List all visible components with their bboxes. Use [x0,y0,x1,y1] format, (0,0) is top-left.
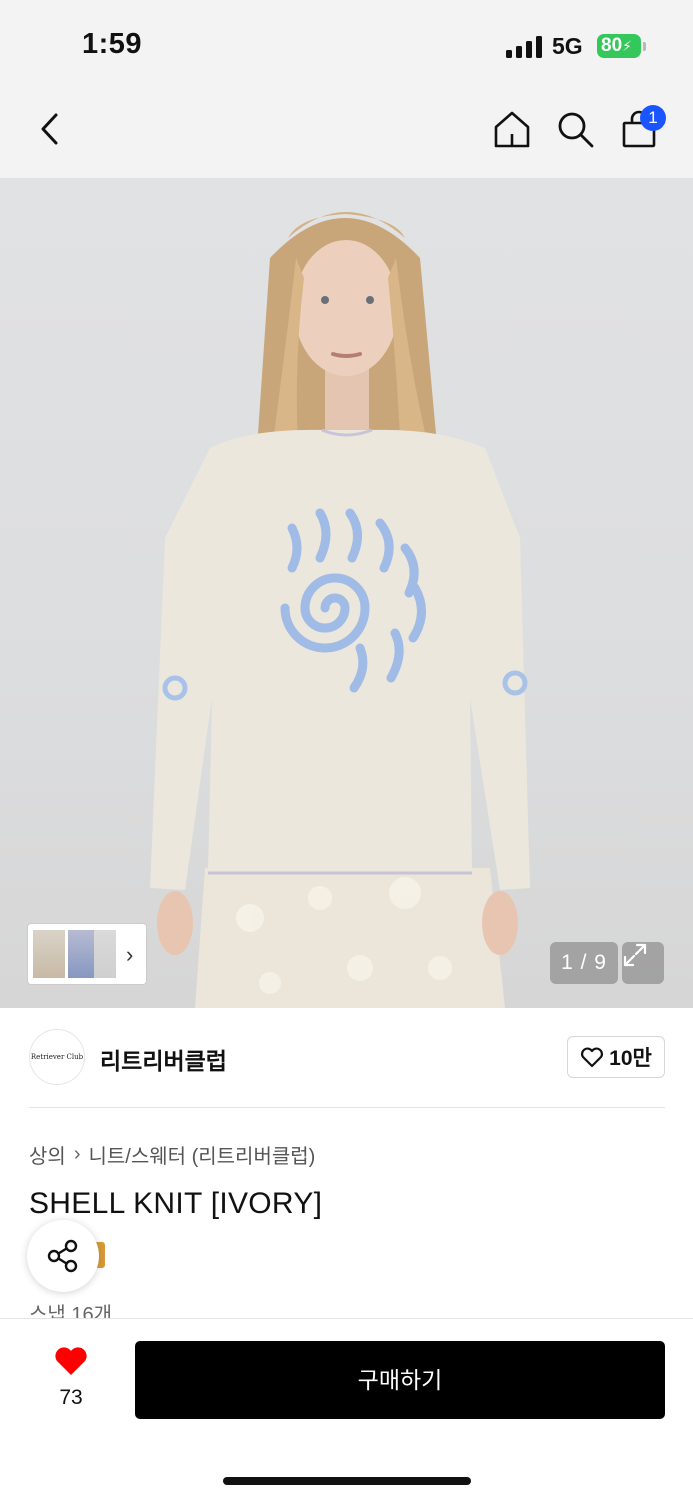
product-photo [150,212,530,1008]
expand-button[interactable] [622,942,664,984]
home-icon [494,111,530,148]
chevron-right-icon: › [126,942,134,967]
home-indicator [223,1477,471,1485]
product-image-gallery[interactable]: › 1 / 9 [0,178,693,1008]
brand-like-count: 10만 [609,1047,652,1070]
breadcrumb-item-subcategory[interactable]: 니트/스웨터 (리트리버클럽) [88,1140,315,1169]
brand-logo-text: Retriever Club [30,1053,84,1061]
search-icon [558,112,594,148]
breadcrumb-separator: › [73,1143,81,1165]
chevron-left-icon [41,113,58,145]
status-time: 1:59 [82,28,143,60]
battery-level: 80 [601,35,623,56]
brand-logo[interactable]: Retriever Club [29,1029,85,1085]
product-title: SHELL KNIT [IVORY] [29,1187,323,1220]
breadcrumb-item-category[interactable]: 상의 [29,1140,66,1169]
battery-icon: 80⚡ [597,34,641,58]
heart-filled-icon [55,1347,87,1375]
wishlist-button[interactable]: 73 [40,1345,102,1410]
wishlist-count: 73 [59,1386,83,1409]
battery-tip [643,42,646,51]
buy-button[interactable]: 구매하기 [135,1341,665,1419]
share-button[interactable] [27,1220,99,1292]
back-button[interactable] [25,104,75,154]
signal-icon [506,36,544,58]
status-bar: 1:59 5G 80⚡ [0,0,693,92]
bottom-action-bar: 73 구매하기 [0,1318,693,1500]
thumbnail-1[interactable] [33,930,65,978]
image-counter: 1 / 9 [550,942,618,984]
cart-count-badge: 1 [640,105,666,131]
divider [29,1107,665,1108]
expand-icon [623,943,647,967]
breadcrumb: 상의 › 니트/스웨터 (리트리버클럽) [29,1140,315,1169]
gallery-thumbnail-strip[interactable]: › [28,924,146,984]
heart-outline-icon [581,1047,604,1068]
network-type: 5G [552,33,583,59]
thumbnail-3[interactable] [94,930,116,978]
share-icon [47,1239,78,1273]
brand-like-button[interactable]: 10만 [567,1036,665,1078]
search-button[interactable] [550,104,600,154]
brand-name[interactable]: 리트리버클럽 [100,1042,227,1076]
home-button[interactable] [487,104,537,154]
top-nav-bar [0,92,693,178]
